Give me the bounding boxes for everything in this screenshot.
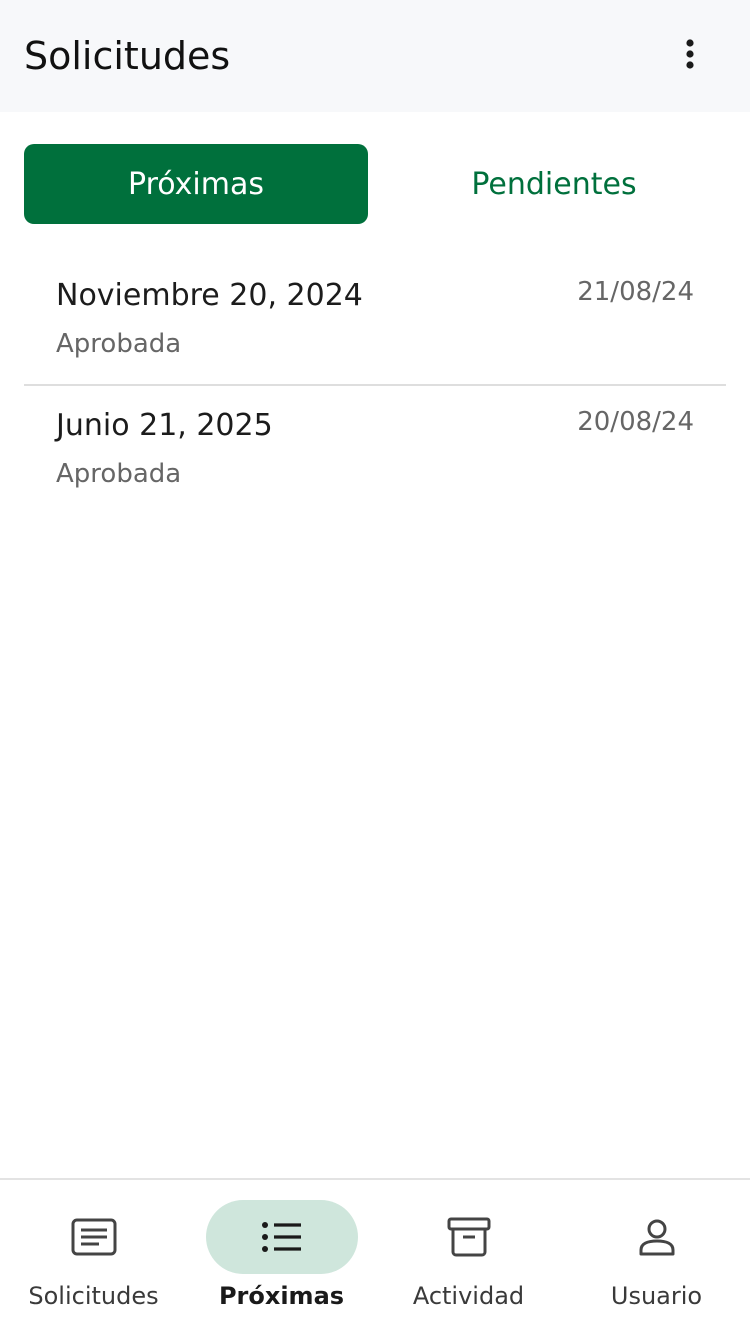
nav-label: Usuario bbox=[610, 1282, 703, 1310]
request-status: Aprobada bbox=[56, 329, 182, 359]
nav-icon-container bbox=[18, 1200, 170, 1274]
nav-item-proximas[interactable]: Próximas bbox=[188, 1180, 375, 1334]
nav-item-solicitudes[interactable]: Solicitudes bbox=[0, 1180, 187, 1334]
app-bar: Solicitudes bbox=[0, 0, 750, 112]
nav-item-actividad[interactable]: Actividad bbox=[375, 1180, 562, 1334]
list-item[interactable]: Junio 21, 2025 Aprobada 20/08/24 bbox=[24, 384, 726, 514]
more-vertical-icon bbox=[686, 39, 694, 69]
segmented-tabs: Próximas Pendientes bbox=[24, 144, 726, 224]
page-title: Solicitudes bbox=[24, 34, 231, 78]
user-icon bbox=[639, 1219, 674, 1256]
tab-proximas[interactable]: Próximas bbox=[24, 144, 368, 224]
request-date: 20/08/24 bbox=[577, 407, 694, 437]
document-icon bbox=[71, 1218, 116, 1256]
request-list: Noviembre 20, 2024 Aprobada 21/08/24 Jun… bbox=[24, 256, 726, 514]
request-title: Junio 21, 2025 bbox=[56, 408, 273, 443]
nav-label: Próximas bbox=[218, 1282, 345, 1310]
request-status: Aprobada bbox=[56, 459, 182, 489]
more-options-button[interactable] bbox=[670, 34, 710, 74]
list-item[interactable]: Noviembre 20, 2024 Aprobada 21/08/24 bbox=[24, 256, 726, 384]
archive-icon bbox=[447, 1217, 490, 1257]
request-date: 21/08/24 bbox=[577, 277, 694, 307]
nav-icon-container bbox=[205, 1200, 358, 1274]
nav-icon-container bbox=[581, 1200, 733, 1274]
tab-pendientes[interactable]: Pendientes bbox=[382, 144, 726, 224]
app-screen: Solicitudes Próximas Pendientes Noviembr… bbox=[0, 0, 750, 1334]
nav-item-usuario[interactable]: Usuario bbox=[563, 1180, 750, 1334]
bottom-navigation: Solicitudes Próximas Actividad Usuario bbox=[0, 1178, 750, 1334]
list-icon bbox=[261, 1222, 301, 1252]
nav-label: Actividad bbox=[412, 1282, 525, 1310]
nav-icon-container bbox=[393, 1200, 545, 1274]
request-title: Noviembre 20, 2024 bbox=[56, 278, 363, 313]
nav-label: Solicitudes bbox=[28, 1282, 159, 1310]
